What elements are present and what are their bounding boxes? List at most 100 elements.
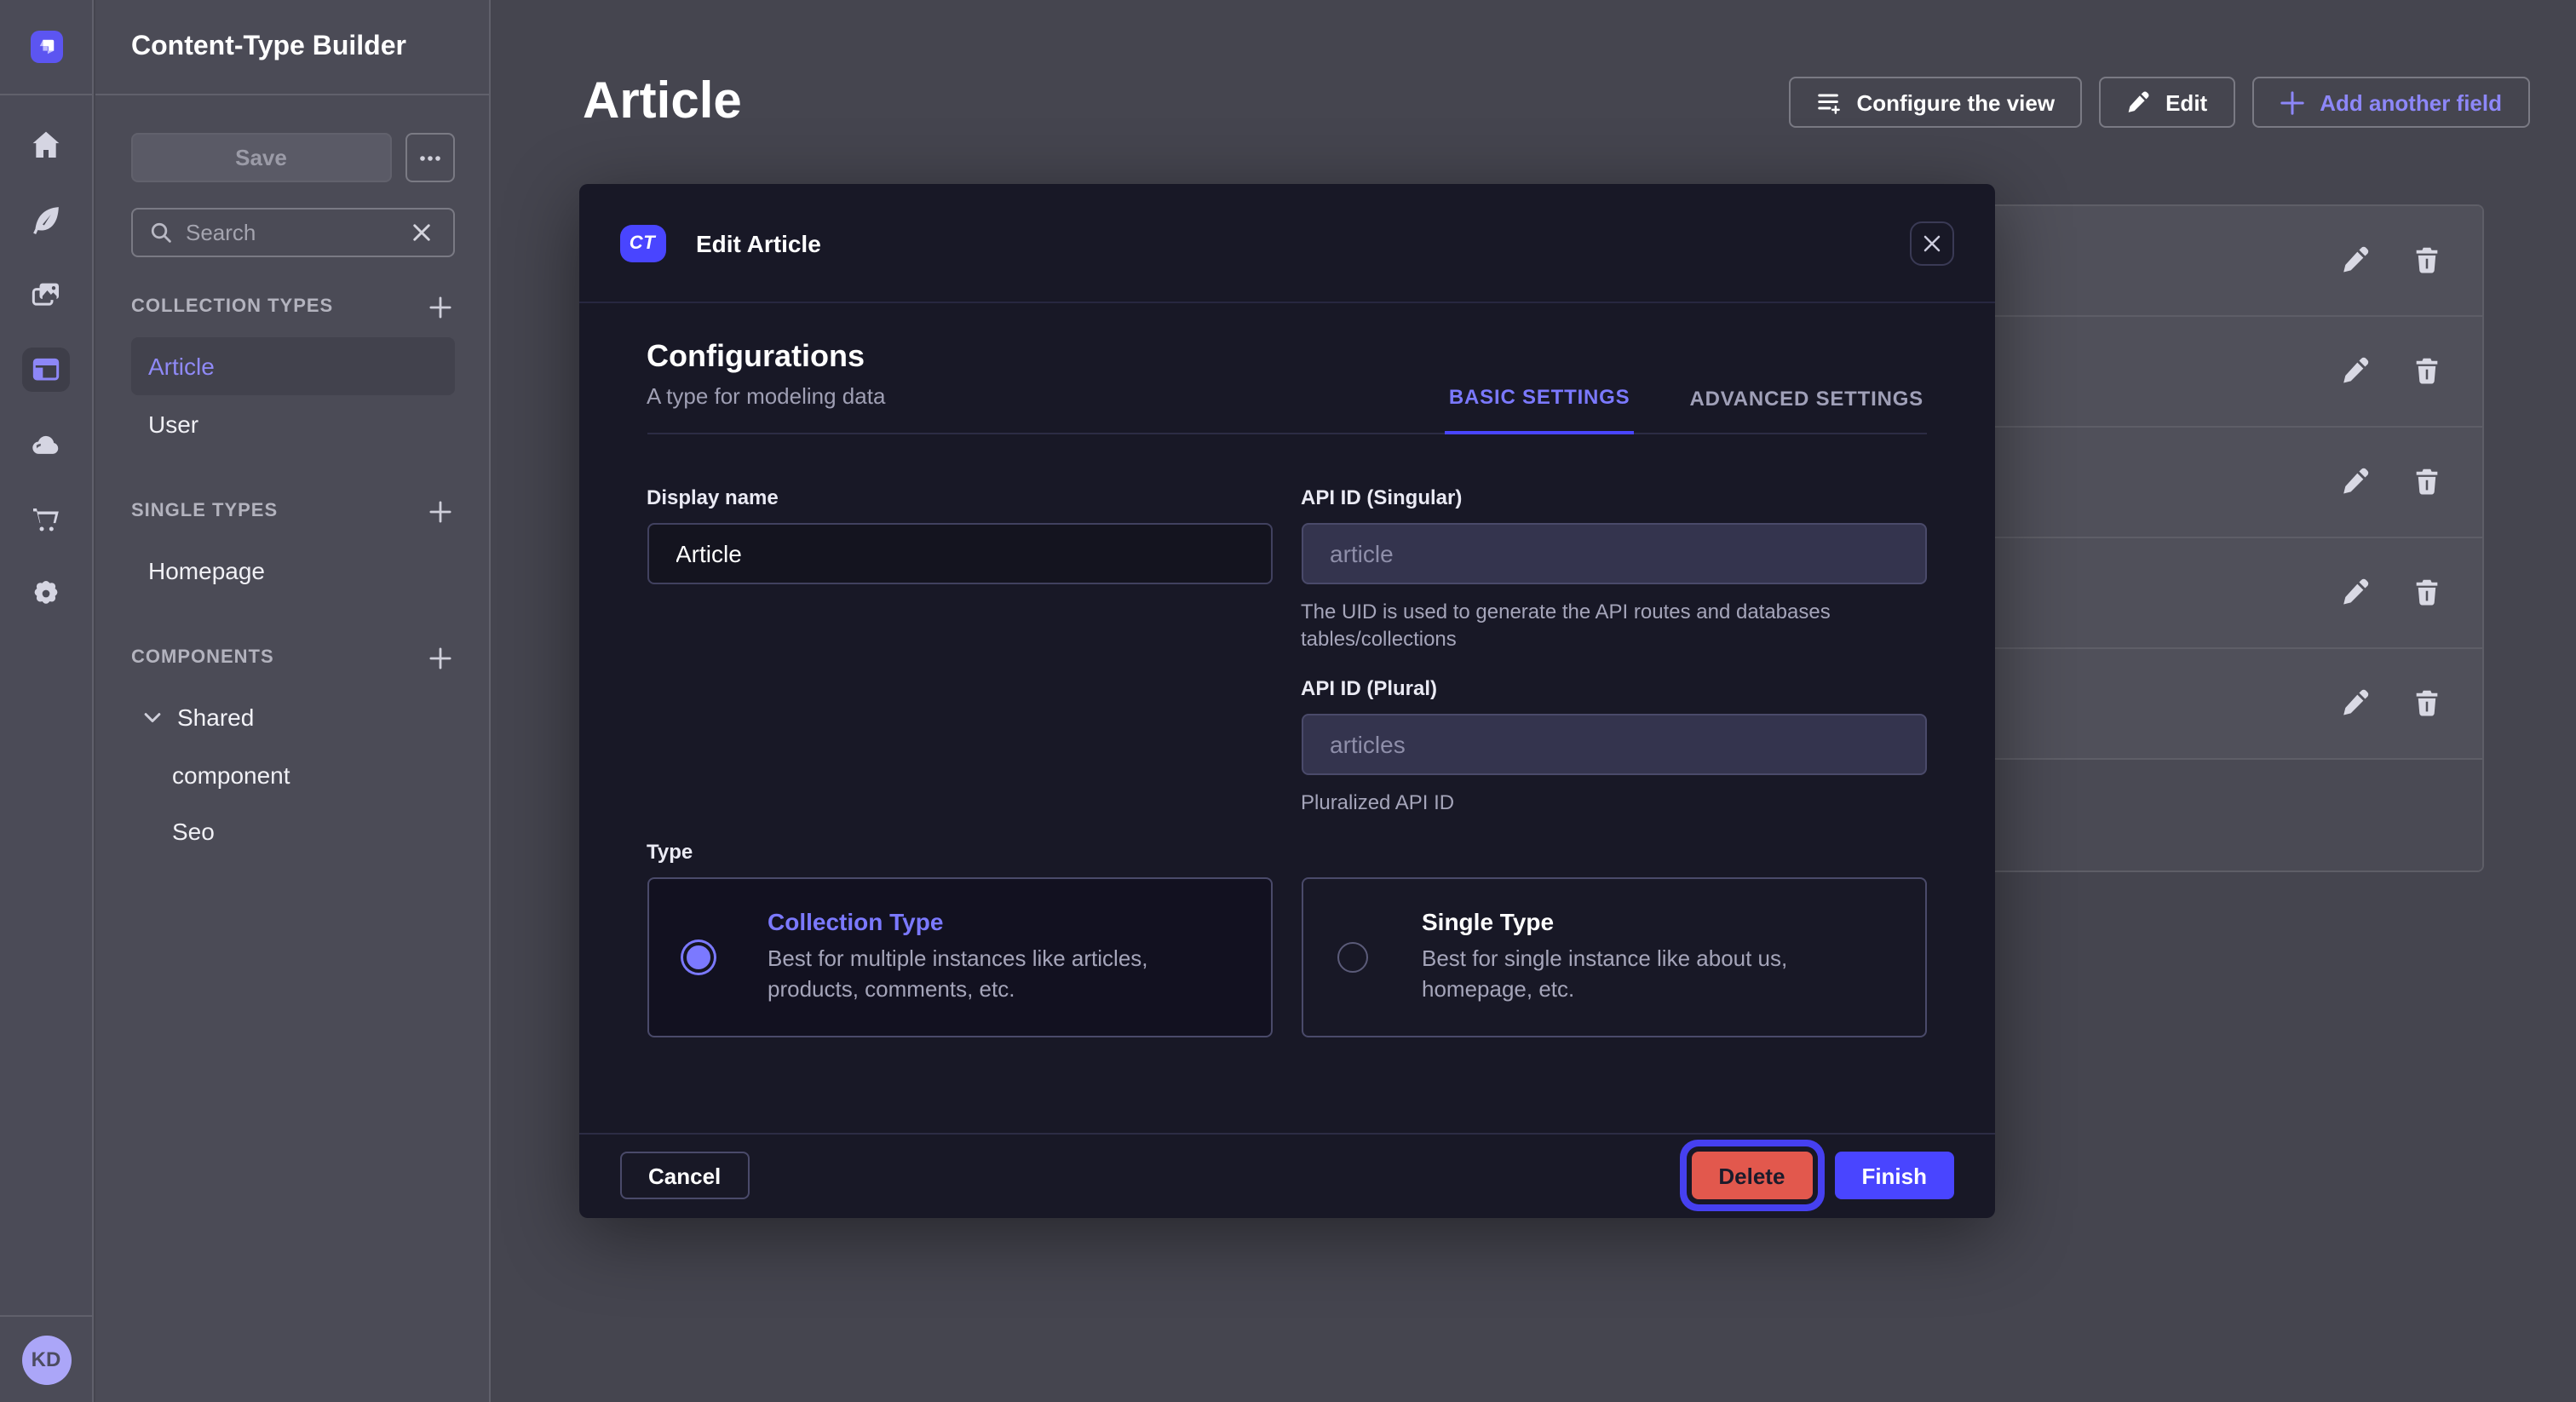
- sidebar-header: Content-Type Builder: [95, 0, 488, 95]
- configurations-titles: Configurations A type for modeling data: [647, 337, 885, 433]
- search-clear-icon[interactable]: [408, 219, 435, 246]
- api-id-plural-hint: Pluralized API ID: [1301, 789, 1927, 816]
- collection-type-texts: Collection Type Best for multiple instan…: [768, 908, 1237, 1007]
- save-button[interactable]: Save: [131, 133, 391, 182]
- api-id-singular-hint: The UID is used to generate the API rout…: [1301, 598, 1927, 652]
- edit-field-pencil-icon[interactable]: [2337, 353, 2372, 388]
- edit-label: Edit: [2165, 89, 2207, 115]
- sidebar-item-seo[interactable]: Seo: [131, 802, 454, 859]
- single-type-card[interactable]: Single Type Best for single instance lik…: [1301, 877, 1927, 1037]
- add-collection-type-button[interactable]: [427, 293, 454, 320]
- api-id-singular-input: [1301, 523, 1927, 584]
- plus-icon: [2279, 89, 2304, 115]
- marketplace-cart-icon[interactable]: [22, 497, 70, 542]
- sidebar-item-component[interactable]: component: [131, 746, 454, 802]
- icon-rail: KD: [0, 0, 94, 1402]
- settings-gear-icon[interactable]: [22, 572, 70, 617]
- component-group-shared[interactable]: Shared: [131, 688, 454, 746]
- more-options-button[interactable]: [405, 133, 454, 182]
- content-manager-feather-icon[interactable]: [22, 198, 70, 242]
- configure-view-label: Configure the view: [1857, 89, 2056, 115]
- single-types-list: Homepage: [131, 542, 454, 600]
- delete-button[interactable]: Delete: [1691, 1152, 1812, 1200]
- edit-article-modal: CT Edit Article Configurations A type fo…: [578, 184, 1995, 1218]
- header-actions: Configure the view Edit Add another fiel…: [1789, 77, 2530, 128]
- pencil-icon: [2126, 90, 2150, 114]
- plugin-title: Content-Type Builder: [131, 32, 406, 62]
- component-group-label: Shared: [177, 704, 254, 731]
- configurations-subtitle: A type for modeling data: [647, 383, 885, 433]
- section-single-types: SINGLE TYPES: [131, 497, 454, 525]
- search-box: [131, 208, 454, 257]
- edit-field-pencil-icon[interactable]: [2337, 685, 2372, 721]
- edit-field-pencil-icon[interactable]: [2337, 574, 2372, 610]
- components-list: Shared component Seo: [131, 688, 454, 859]
- sidebar-item-homepage[interactable]: Homepage: [131, 542, 454, 600]
- add-another-field-button[interactable]: Add another field: [2251, 77, 2529, 128]
- configurations-header: Configurations A type for modeling data …: [647, 337, 1927, 434]
- tab-advanced-settings[interactable]: ADVANCED SETTINGS: [1686, 385, 1927, 433]
- content-type-builder-icon[interactable]: [22, 348, 70, 392]
- type-section: Type Collection Type Best for multiple i…: [647, 840, 1927, 1037]
- sidebar-item-article[interactable]: Article: [131, 337, 454, 395]
- strapi-logo[interactable]: [30, 31, 62, 63]
- sidebar-item-user[interactable]: User: [131, 395, 454, 453]
- fields-grid: Display name API ID (Singular) The UID i…: [647, 486, 1927, 816]
- modal-footer: Cancel Delete Finish: [578, 1132, 1995, 1218]
- display-name-label: Display name: [647, 486, 1273, 509]
- rail-nav: [0, 95, 92, 617]
- modal-body: Configurations A type for modeling data …: [578, 303, 1995, 1037]
- section-collection-types: COLLECTION TYPES: [131, 293, 454, 320]
- close-icon[interactable]: [1910, 221, 1954, 265]
- api-id-plural-field: API ID (Plural) Pluralized API ID: [1301, 676, 1927, 816]
- cancel-button[interactable]: Cancel: [619, 1152, 750, 1200]
- finish-button[interactable]: Finish: [1834, 1152, 1954, 1200]
- page-header: Article Configure the view Edit: [490, 0, 2576, 133]
- display-name-input[interactable]: [647, 523, 1273, 584]
- collection-type-card[interactable]: Collection Type Best for multiple instan…: [647, 877, 1273, 1037]
- rail-user-area: KD: [0, 1315, 92, 1402]
- api-id-plural-input: [1301, 714, 1927, 775]
- media-library-icon[interactable]: [22, 273, 70, 317]
- strapi-logo-icon: [37, 37, 55, 56]
- content-type-badge: CT: [619, 224, 665, 261]
- api-id-singular-label: API ID (Singular): [1301, 486, 1927, 509]
- configure-list-icon: [1816, 89, 1842, 115]
- edit-field-pencil-icon[interactable]: [2337, 463, 2372, 499]
- type-label: Type: [647, 840, 1927, 864]
- section-label: COMPONENTS: [131, 647, 274, 668]
- display-name-field: Display name: [647, 486, 1273, 584]
- chevron-down-icon: [143, 711, 162, 723]
- delete-field-trash-icon[interactable]: [2408, 242, 2444, 278]
- section-label: SINGLE TYPES: [131, 501, 278, 521]
- settings-tabs: BASIC SETTINGS ADVANCED SETTINGS: [1446, 385, 1927, 433]
- radio-selected-icon: [682, 942, 713, 973]
- delete-field-trash-icon[interactable]: [2408, 463, 2444, 499]
- delete-field-trash-icon[interactable]: [2408, 574, 2444, 610]
- delete-field-trash-icon[interactable]: [2408, 353, 2444, 388]
- configure-view-button[interactable]: Configure the view: [1789, 77, 2083, 128]
- add-single-type-button[interactable]: [427, 497, 454, 525]
- configurations-title: Configurations: [647, 337, 885, 375]
- edit-field-pencil-icon[interactable]: [2337, 242, 2372, 278]
- save-row: Save: [131, 133, 454, 182]
- tab-basic-settings[interactable]: BASIC SETTINGS: [1446, 385, 1634, 434]
- user-avatar[interactable]: KD: [21, 1335, 71, 1384]
- delete-field-trash-icon[interactable]: [2408, 685, 2444, 721]
- section-label: COLLECTION TYPES: [131, 296, 333, 317]
- ctb-sidebar: Content-Type Builder Save: [95, 0, 490, 1402]
- type-cards: Collection Type Best for multiple instan…: [647, 877, 1927, 1037]
- modal-header: CT Edit Article: [578, 184, 1995, 303]
- home-icon[interactable]: [22, 123, 70, 167]
- cloud-icon[interactable]: [22, 422, 70, 467]
- left-column: Display name: [647, 486, 1273, 816]
- collection-type-title: Collection Type: [768, 908, 1237, 935]
- search-input[interactable]: [186, 220, 394, 245]
- search-icon: [150, 221, 172, 244]
- edit-button[interactable]: Edit: [2099, 77, 2234, 128]
- single-type-texts: Single Type Best for single instance lik…: [1422, 908, 1891, 1007]
- section-components: COMPONENTS: [131, 644, 454, 671]
- modal-title: Edit Article: [696, 229, 821, 256]
- add-component-button[interactable]: [427, 644, 454, 671]
- single-type-title: Single Type: [1422, 908, 1891, 935]
